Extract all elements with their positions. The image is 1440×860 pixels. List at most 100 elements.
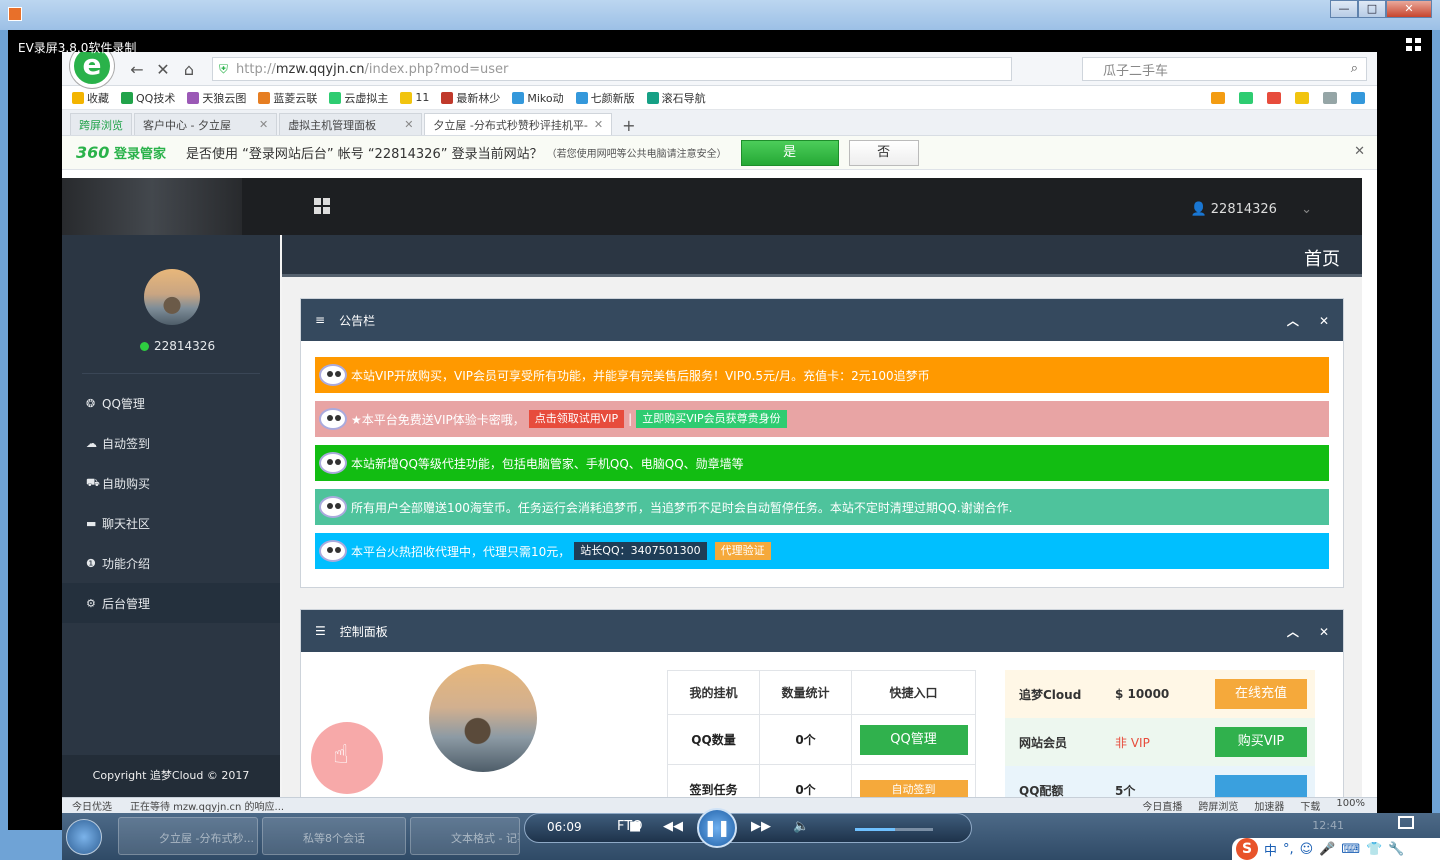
site-logo[interactable] bbox=[62, 178, 242, 235]
ime-punct-icon[interactable]: °, bbox=[1283, 842, 1294, 857]
table-row: QQ数量 0个 QQ管理 bbox=[667, 714, 976, 765]
url-input[interactable]: ⛨ http://mzw.qqyjn.cn/index.php?mod=user bbox=[212, 57, 1012, 81]
sogou-ime-icon[interactable]: S bbox=[1236, 838, 1258, 860]
mail-icon[interactable] bbox=[1323, 91, 1337, 104]
home-icon[interactable]: ⌂ bbox=[176, 56, 202, 82]
tab-vhost-panel[interactable]: 虚拟主机管理面板 ✕ bbox=[279, 113, 423, 135]
keyboard-icon[interactable]: ⌨ bbox=[1341, 842, 1360, 857]
sidebar-item-features[interactable]: ❶ 功能介绍 bbox=[62, 543, 280, 583]
divider bbox=[82, 373, 260, 374]
sidebar-item-chat[interactable]: ▬ 聊天社区 bbox=[62, 503, 280, 543]
stop-icon[interactable]: ■ bbox=[629, 819, 641, 834]
settings-icon[interactable]: 🔧 bbox=[1388, 842, 1404, 857]
tab-close-icon[interactable]: ✕ bbox=[259, 118, 268, 131]
bookmark-item[interactable]: 七颜新版 bbox=[575, 90, 635, 106]
bookmark-item[interactable]: 最新林少 bbox=[441, 90, 500, 106]
volume-slider[interactable] bbox=[855, 828, 933, 831]
login-no-button[interactable]: 否 bbox=[848, 139, 919, 166]
skin-icon[interactable]: 👕 bbox=[1366, 842, 1382, 857]
pause-button[interactable]: ❚❚ bbox=[697, 808, 737, 848]
account-summary: 追梦Cloud $ 10000 在线充值 网站会员 非 VIP 购买VIP QQ… bbox=[1005, 670, 1315, 797]
ime-language[interactable]: 中 bbox=[1264, 840, 1277, 859]
player-controls: 06:09 FTO ■ ◀◀ ❚❚ ▶▶ 🔈 bbox=[524, 808, 972, 848]
stats-table: 我的挂机 数量统计 快捷入口 QQ数量 0个 QQ管理 签到任务 0个 自动签到 bbox=[667, 670, 976, 797]
tab-customer-center[interactable]: 客户中心 - 夕立屋 ✕ bbox=[134, 113, 278, 135]
status-item[interactable]: 加速器 bbox=[1254, 798, 1284, 813]
tab-label: 客户中心 - 夕立屋 bbox=[143, 118, 231, 132]
status-item[interactable]: 今日直播 bbox=[1142, 798, 1182, 813]
close-icon[interactable]: ✕ bbox=[1319, 314, 1329, 328]
bookmark-item[interactable]: 云虚拟主 bbox=[329, 90, 388, 106]
qq-manage-button[interactable]: QQ管理 bbox=[859, 724, 968, 755]
taskbar: 夕立屋 -分布式秒... 私等8个会话 文本格式 - 记事本 06:09 FTO… bbox=[62, 808, 1440, 860]
search-input[interactable]: 瓜子二手车 ⌕ bbox=[1082, 57, 1367, 81]
zoom-level[interactable]: 100% bbox=[1336, 798, 1365, 813]
emoji-icon[interactable]: ☺ bbox=[1300, 842, 1314, 857]
stop-icon[interactable]: ✕ bbox=[150, 56, 176, 82]
volume-icon[interactable]: 🔈 bbox=[793, 819, 809, 834]
bookmark-item[interactable]: 天狼云图 bbox=[187, 90, 246, 106]
maximize-button[interactable]: □ bbox=[1358, 0, 1386, 18]
trial-vip-link[interactable]: 点击领取试用VIP bbox=[528, 410, 625, 428]
collapse-icon[interactable]: ︿ bbox=[1287, 625, 1299, 639]
buy-vip-button[interactable]: 购买VIP bbox=[1215, 727, 1307, 757]
forward-icon[interactable]: ▶▶ bbox=[751, 819, 771, 834]
sidebar-item-auto-signin[interactable]: ☁ 自动签到 bbox=[62, 423, 280, 463]
sidebar-username: 22814326 bbox=[154, 339, 216, 353]
recharge-button[interactable]: 在线充值 bbox=[1215, 679, 1307, 709]
zoom-icon[interactable] bbox=[1351, 91, 1365, 104]
tab-xilinwu[interactable]: 夕立屋 -分布式秒赞秒评挂机平- ✕ bbox=[424, 113, 613, 135]
bookmark-icon bbox=[575, 91, 588, 104]
row-action-cell: QQ管理 bbox=[851, 714, 976, 765]
translate-icon[interactable] bbox=[1267, 91, 1281, 104]
mini-player-icon[interactable] bbox=[1398, 816, 1414, 829]
sidebar-item-self-purchase[interactable]: ⛟ 自助购买 bbox=[62, 463, 280, 503]
status-item[interactable]: 跨屏浏览 bbox=[1198, 798, 1238, 813]
close-icon[interactable]: ✕ bbox=[1319, 625, 1329, 639]
taskbar-item[interactable]: 私等8个会话 bbox=[262, 817, 406, 855]
auto-signin-button[interactable]: 自动签到 bbox=[859, 779, 968, 797]
tab-close-icon[interactable]: ✕ bbox=[404, 118, 413, 131]
buy-vip-link[interactable]: 立即购买VIP会员获尊贵身份 bbox=[636, 410, 787, 428]
tab-cross-screen[interactable]: 跨屏浏览 bbox=[70, 113, 132, 135]
sidebar-item-admin[interactable]: ⚙ 后台管理 bbox=[62, 583, 280, 623]
rewind-icon[interactable]: ◀◀ bbox=[663, 819, 683, 834]
notice-item: 本站VIP开放购买，VIP会员可享受所有功能，并能享有完美售后服务！VIP0.5… bbox=[315, 357, 1329, 393]
search-icon[interactable]: ⌕ bbox=[1351, 61, 1358, 76]
notice-item: 本平台火热招收代理中，代理只需10元， 站长QQ：3407501300 代理验证 bbox=[315, 533, 1329, 569]
tab-close-icon[interactable]: ✕ bbox=[594, 118, 603, 131]
security-icon[interactable] bbox=[1239, 91, 1253, 104]
apps-icon[interactable] bbox=[1211, 91, 1225, 104]
mic-icon[interactable]: 🎤 bbox=[1319, 842, 1335, 857]
login-yes-button[interactable]: 是 bbox=[740, 139, 839, 166]
bookmark-item[interactable]: 滚石导航 bbox=[646, 90, 706, 106]
bookmark-item[interactable]: 收藏 bbox=[72, 90, 109, 106]
status-today-picks[interactable]: 今日优选 bbox=[72, 798, 112, 813]
bookmark-item[interactable]: 11 bbox=[400, 91, 429, 104]
fullscreen-icon[interactable] bbox=[1406, 38, 1422, 52]
start-button[interactable] bbox=[66, 819, 102, 855]
ime-toolbar: S 中 °, ☺ 🎤 ⌨ 👕 🔧 bbox=[1232, 838, 1440, 860]
close-icon[interactable]: ✕ bbox=[1354, 144, 1365, 159]
agent-verify-link[interactable]: 代理验证 bbox=[714, 542, 771, 560]
quota-button[interactable] bbox=[1215, 775, 1307, 797]
close-button[interactable]: ✕ bbox=[1386, 0, 1432, 18]
minimize-button[interactable]: — bbox=[1330, 0, 1358, 18]
new-tab-button[interactable]: + bbox=[614, 116, 643, 135]
taskbar-item[interactable]: 夕立屋 -分布式秒... bbox=[118, 817, 258, 855]
taskbar-item[interactable]: 文本格式 - 记事本 bbox=[410, 817, 520, 855]
sidebar-item-qq-manage[interactable]: ❂ QQ管理 bbox=[62, 383, 280, 423]
collapse-icon[interactable]: ︿ bbox=[1287, 314, 1299, 328]
screenshot-icon[interactable] bbox=[1295, 91, 1309, 104]
shield-icon: ⛨ bbox=[219, 61, 229, 76]
status-item[interactable]: 下载 bbox=[1300, 798, 1320, 813]
top-username: 22814326 bbox=[1210, 202, 1277, 217]
back-icon[interactable]: ← bbox=[124, 56, 150, 82]
bookmark-item[interactable]: 蓝菱云联 bbox=[258, 90, 317, 106]
user-dropdown[interactable]: 👤 22814326 ⌄ bbox=[1190, 202, 1312, 217]
grid-menu-icon[interactable] bbox=[314, 198, 330, 214]
bookmark-item[interactable]: QQ技术 bbox=[121, 90, 175, 106]
avatar[interactable] bbox=[144, 269, 200, 325]
bookmark-item[interactable]: Miko动 bbox=[512, 90, 564, 106]
url-prefix: http:// bbox=[236, 61, 276, 77]
